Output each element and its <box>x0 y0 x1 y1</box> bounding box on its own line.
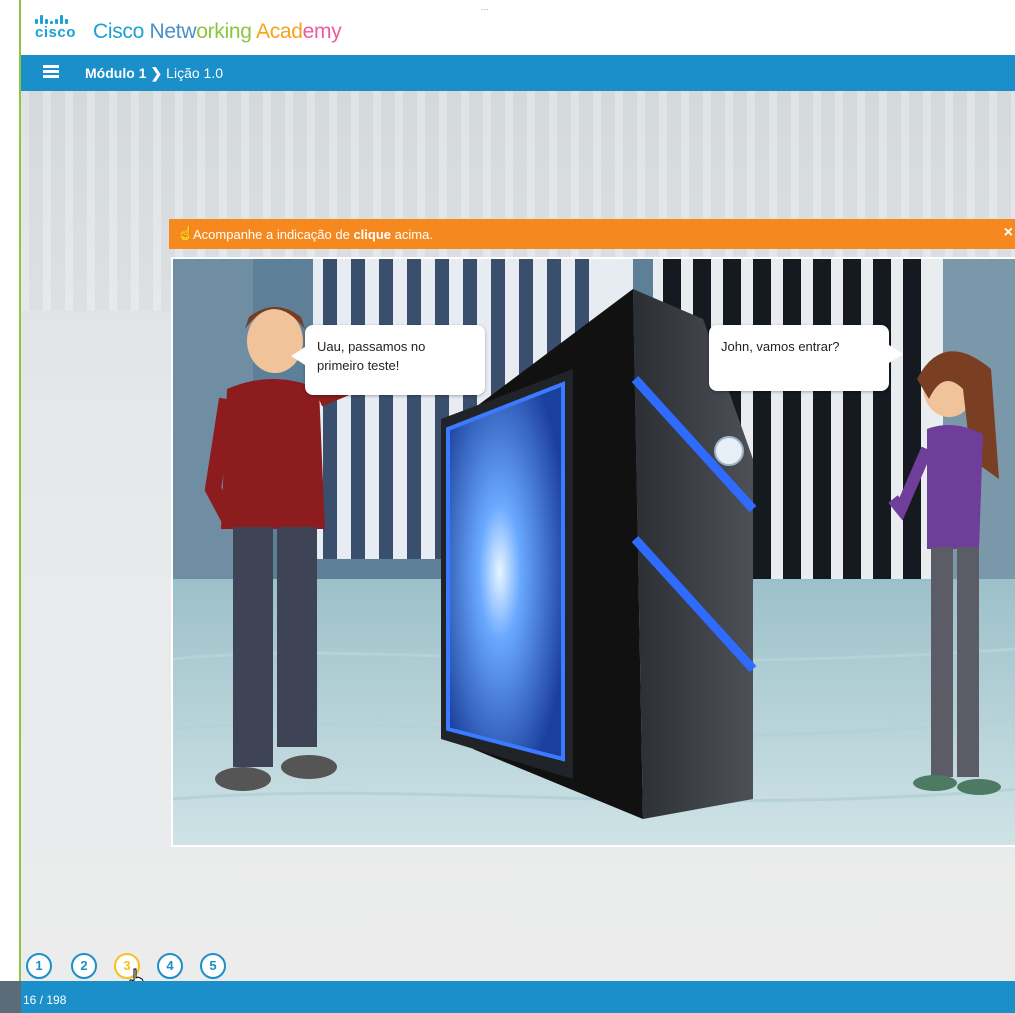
top-caption: ... <box>481 2 489 12</box>
hand-pointer-icon: ☝ <box>177 225 195 241</box>
app-title-part: Acad <box>255 20 303 43</box>
page-button-2[interactable]: 2 <box>71 953 97 979</box>
hint-suffix: acima. <box>391 227 433 242</box>
course-navbar: Módulo 1 ❯ Lição 1.0 <box>21 55 1015 91</box>
cisco-logo: cisco <box>35 10 93 46</box>
app-title-part: emy <box>302 20 342 43</box>
breadcrumb-module[interactable]: Módulo 1 <box>85 65 146 81</box>
click-hint-banner: ☝ Acompanhe a indicação de clique acima.… <box>169 219 1015 249</box>
footer-left-cap <box>0 981 21 1013</box>
hint-text: Acompanhe a indicação de clique acima. <box>193 227 433 242</box>
app-title-part: Netw <box>149 20 197 43</box>
logo-bars-icon <box>35 10 75 24</box>
page-button-5[interactable]: 5 <box>200 953 226 979</box>
logo-word: cisco <box>35 24 76 41</box>
app-title: Cisco Networking Academy <box>93 20 342 44</box>
breadcrumb: Módulo 1 ❯ Lição 1.0 <box>85 65 223 82</box>
page-button-4[interactable]: 4 <box>157 953 183 979</box>
speech-bubble-right: John, vamos entrar? <box>709 325 903 391</box>
chevron-right-icon: ❯ <box>150 65 163 81</box>
close-icon[interactable]: × <box>1004 224 1013 242</box>
hint-prefix: Acompanhe a indicação de <box>193 227 354 242</box>
animation-scene[interactable]: Uau, passamos no primeiro teste! John, v… <box>171 257 1015 847</box>
hint-bold: clique <box>353 227 392 242</box>
speech-bubble-left: Uau, passamos no primeiro teste! <box>291 325 485 395</box>
slide-counter: 16 / 198 <box>23 993 67 1007</box>
hamburger-icon[interactable] <box>43 65 59 79</box>
app-title-part: Cisco <box>93 20 150 43</box>
app-header: cisco Cisco Networking Academy ... <box>21 0 1015 55</box>
breadcrumb-lesson[interactable]: Lição 1.0 <box>166 65 223 81</box>
app-title-part: orking <box>196 20 256 43</box>
lesson-content: ☝ Acompanhe a indicação de clique acima.… <box>21 91 1015 981</box>
page-button-1[interactable]: 1 <box>26 953 52 979</box>
status-footer: 16 / 198 <box>21 981 1015 1013</box>
